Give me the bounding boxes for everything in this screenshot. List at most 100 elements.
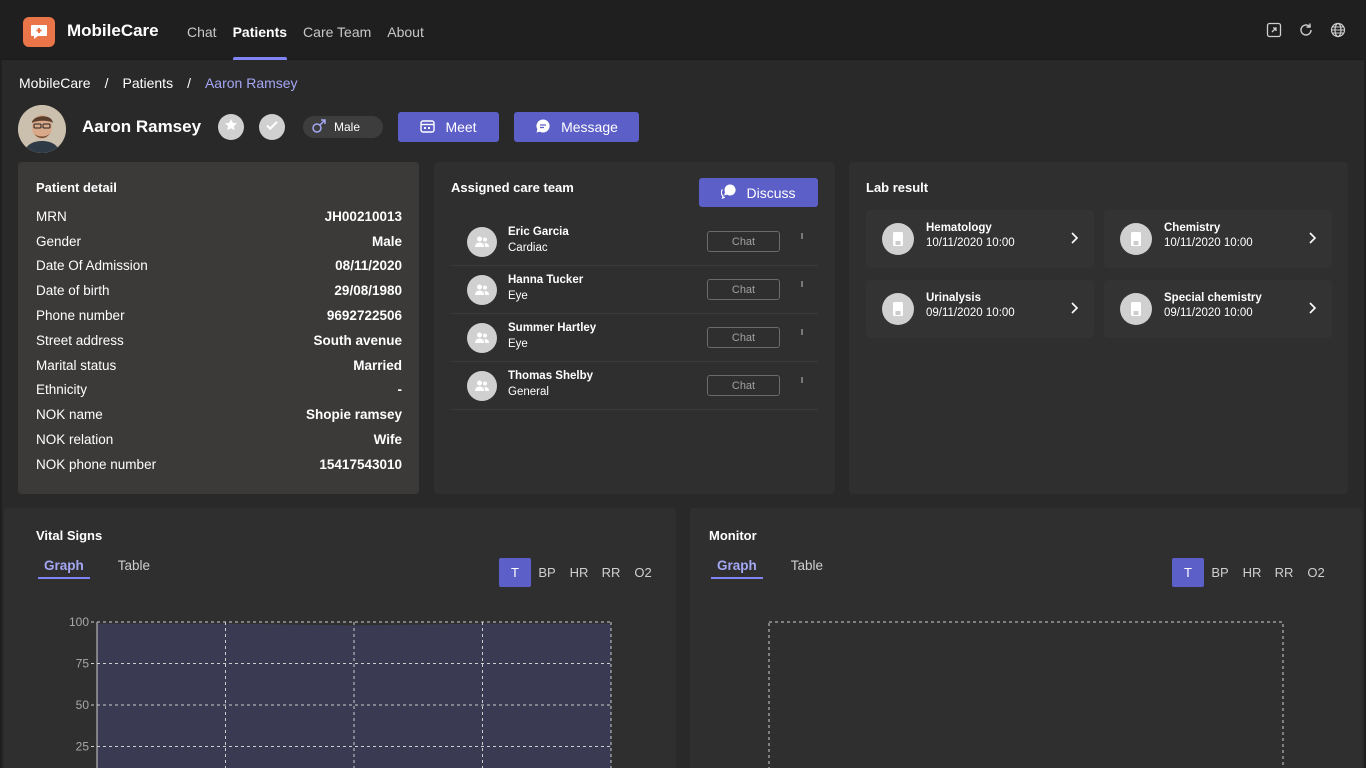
nav-chat[interactable]: Chat (179, 4, 225, 60)
checkmark-icon (265, 118, 279, 137)
chart-frame (768, 621, 1284, 768)
detail-value: Male (371, 233, 402, 249)
lab-item-special-chemistry[interactable]: Special chemistry 09/11/2020 10:00 (1104, 280, 1332, 338)
chat-button[interactable]: Chat (707, 231, 780, 252)
vital-metric-switch: T BP HR RR O2 (499, 558, 659, 587)
detail-key: NOK relation (36, 432, 114, 448)
metric-o2[interactable]: O2 (627, 558, 659, 587)
meet-button[interactable]: Meet (398, 112, 499, 142)
lab-item-hematology[interactable]: Hematology 10/11/2020 10:00 (866, 210, 1094, 268)
discuss-icon (721, 183, 737, 202)
metric-bp[interactable]: BP (1204, 558, 1236, 587)
metric-t[interactable]: T (1172, 558, 1204, 587)
metric-rr[interactable]: RR (595, 558, 627, 587)
metric-o2[interactable]: O2 (1300, 558, 1332, 587)
message-label: Message (561, 119, 618, 135)
people-icon (467, 275, 497, 305)
metric-bp[interactable]: BP (531, 558, 563, 587)
chat-bubble-icon (535, 118, 551, 137)
message-button[interactable]: Message (514, 112, 639, 142)
detail-key: NOK name (36, 407, 103, 423)
chevron-right-icon (1306, 230, 1318, 246)
patient-detail-card: Patient detail MRN JH00210013 Gender Male … (18, 162, 419, 494)
chevron-right-icon (1306, 300, 1318, 316)
verify-button[interactable] (259, 114, 285, 140)
favorite-button[interactable] (218, 114, 244, 140)
chevron-right-icon (1068, 230, 1080, 246)
discuss-label: Discuss (746, 184, 796, 201)
detail-value: Married (353, 357, 402, 373)
lab-item-urinalysis[interactable]: Urinalysis 09/11/2020 10:00 (866, 280, 1094, 338)
discuss-button[interactable]: Discuss (699, 178, 818, 207)
member-role: Eye (508, 290, 528, 302)
detail-key: Ethnicity (36, 382, 88, 398)
detail-key: Date of birth (36, 283, 110, 299)
app-logo-icon (23, 17, 55, 47)
patient-detail-list: MRN JH00210013 Gender Male Date Of Admissi… (36, 204, 402, 477)
breadcrumb-root[interactable]: MobileCare (19, 75, 91, 91)
detail-value: 9692722506 (326, 308, 402, 324)
breadcrumb-section[interactable]: Patients (122, 75, 173, 91)
detail-key: NOK phone number (36, 456, 157, 472)
y-tick-label: 50 (76, 698, 90, 712)
metric-t[interactable]: T (499, 558, 531, 587)
detail-value: Wife (373, 432, 402, 448)
nav-patients[interactable]: Patients (225, 4, 295, 60)
detail-key: Marital status (36, 357, 117, 373)
tab-graph[interactable]: Graph (711, 554, 763, 579)
y-tick-label: 25 (76, 740, 90, 754)
metric-hr[interactable]: HR (1236, 558, 1268, 587)
people-icon (467, 323, 497, 353)
detail-row-nok-phone: NOK phone number 15417543010 (36, 452, 402, 477)
more-options-icon[interactable] (801, 233, 803, 247)
member-name: Eric Garcia (508, 226, 569, 238)
top-nav: Chat Patients Care Team About (179, 4, 432, 60)
lab-date: 10/11/2020 10:00 (926, 237, 1015, 249)
more-options-icon[interactable] (801, 377, 803, 391)
tab-table[interactable]: Table (112, 554, 156, 579)
more-options-icon[interactable] (801, 281, 803, 295)
lab-result-card: Lab result Hematology 10/11/2020 10:00 C… (849, 162, 1348, 494)
member-role: Cardiac (508, 242, 548, 254)
metric-hr[interactable]: HR (563, 558, 595, 587)
calendar-icon (420, 119, 436, 136)
detail-value: 29/08/1980 (334, 283, 402, 299)
detail-row-gender: Gender Male (36, 229, 402, 254)
lab-date: 10/11/2020 10:00 (1164, 237, 1253, 249)
tab-graph[interactable]: Graph (38, 554, 90, 579)
lab-item-chemistry[interactable]: Chemistry 10/11/2020 10:00 (1104, 210, 1332, 268)
male-icon (311, 118, 327, 137)
more-options-icon[interactable] (801, 329, 803, 343)
top-icons (1266, 22, 1348, 40)
lab-name: Urinalysis (926, 292, 981, 304)
tab-table[interactable]: Table (785, 554, 829, 579)
detail-row-nok-name: NOK name Shopie ramsey (36, 402, 402, 427)
monitor-chart (768, 621, 1284, 768)
top-bar: MobileCare Chat Patients Care Team About (2, 4, 1364, 60)
chat-button[interactable]: Chat (707, 327, 780, 348)
detail-value: Shopie ramsey (305, 407, 402, 423)
popout-icon[interactable] (1266, 22, 1284, 40)
patient-name: Aaron Ramsey (82, 117, 202, 136)
refresh-icon[interactable] (1298, 22, 1316, 40)
nav-care-team[interactable]: Care Team (295, 4, 379, 60)
detail-key: MRN (36, 208, 67, 224)
chat-button[interactable]: Chat (707, 279, 780, 300)
lab-result-title: Lab result (866, 180, 929, 195)
nav-about[interactable]: About (379, 4, 432, 60)
globe-icon[interactable] (1330, 22, 1348, 40)
lab-name: Special chemistry (1164, 292, 1262, 304)
member-name: Thomas Shelby (508, 370, 593, 382)
meet-label: Meet (445, 119, 477, 135)
metric-rr[interactable]: RR (1268, 558, 1300, 587)
chat-button[interactable]: Chat (707, 375, 780, 396)
lab-name: Hematology (926, 222, 992, 234)
star-icon (224, 118, 238, 137)
detail-row-phone: Phone number 9692722506 (36, 303, 402, 328)
detail-value: - (397, 382, 403, 398)
member-role: Eye (508, 338, 528, 350)
detail-value: South avenue (313, 332, 402, 348)
vital-signs-title: Vital Signs (36, 528, 103, 543)
monitor-tabs: Graph Table (711, 554, 829, 579)
patient-avatar (18, 105, 66, 153)
